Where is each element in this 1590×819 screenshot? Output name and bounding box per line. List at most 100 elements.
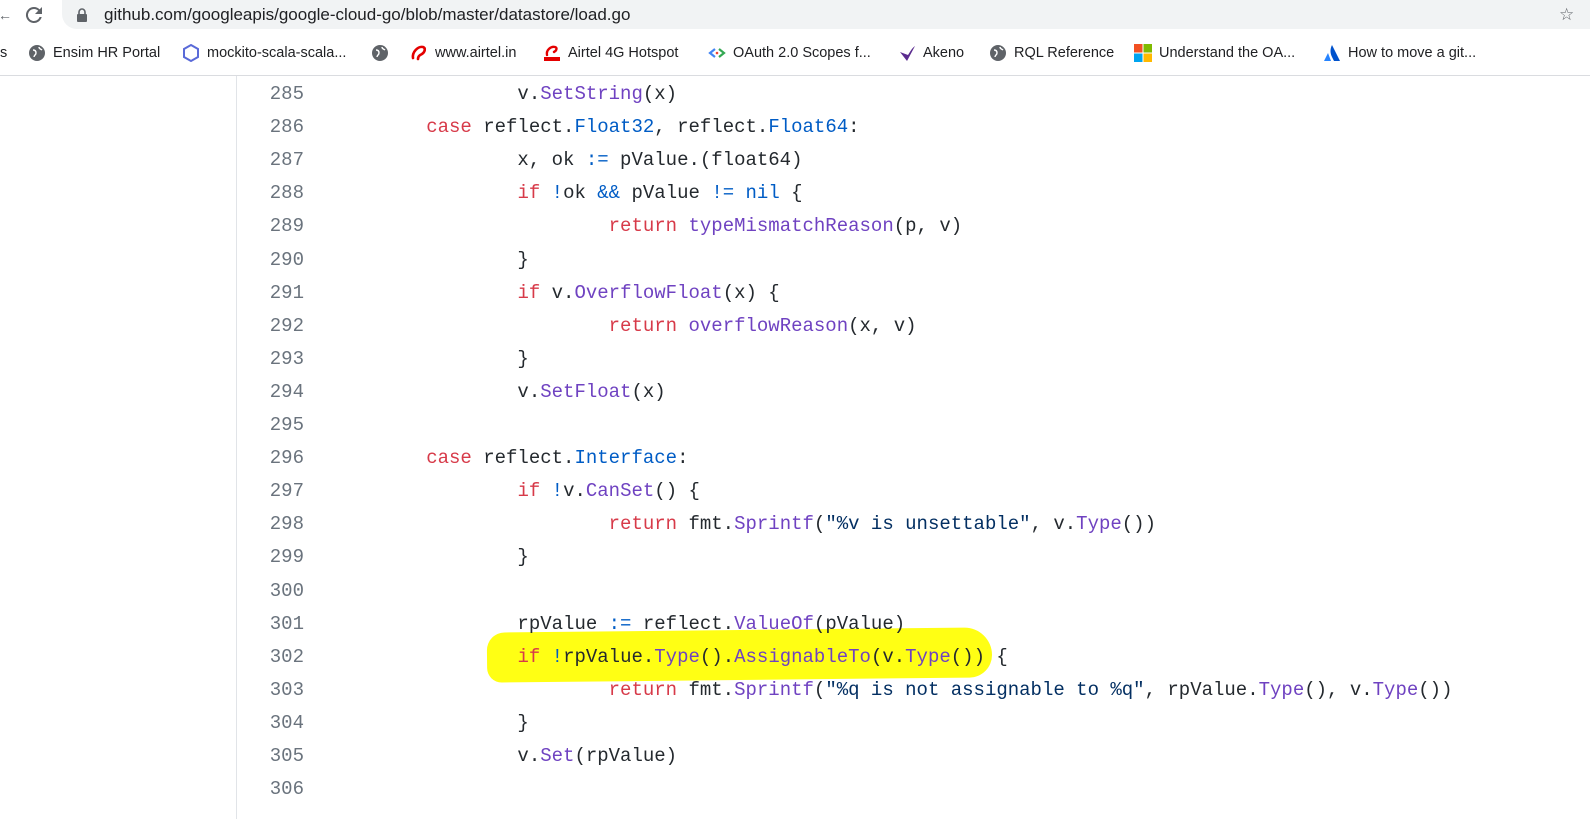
- code-token: nil: [745, 182, 780, 205]
- back-arrow-icon[interactable]: ←: [0, 5, 12, 25]
- code-token: return: [608, 678, 678, 701]
- code-token: Type: [1076, 513, 1122, 536]
- line-number[interactable]: 306: [240, 773, 304, 806]
- code-text: case reflect.Float32, reflect.Float64:: [335, 111, 860, 144]
- line-number[interactable]: 295: [240, 409, 304, 442]
- globe-icon: [371, 44, 389, 62]
- code-token: , rpValue.: [1144, 678, 1259, 701]
- code-text: return typeMismatchReason(p, v): [335, 210, 962, 243]
- code-text: }: [335, 343, 528, 376]
- bookmark-move-git[interactable]: How to move a git...: [1323, 43, 1476, 63]
- bookmark-understand-oa[interactable]: Understand the OA...: [1134, 43, 1295, 63]
- code-token: Type: [905, 645, 951, 668]
- bookmark-airtel[interactable]: www.airtel.in: [410, 43, 516, 63]
- code-token: :: [848, 116, 860, 139]
- bookmark-airtel-hotspot[interactable]: Airtel 4G Hotspot: [543, 43, 678, 63]
- code-token: AssignableTo: [734, 645, 871, 668]
- bookmark-label: RQL Reference: [1014, 45, 1115, 61]
- line-number[interactable]: 285: [240, 78, 304, 111]
- bookmark-ensim-hr-portal[interactable]: Ensim HR Portal: [28, 43, 160, 63]
- code-token: &&: [597, 182, 621, 205]
- code-line: 294 v.SetFloat(x): [0, 376, 1590, 409]
- code-token: v.: [540, 281, 575, 304]
- code-token: (v.: [870, 645, 906, 668]
- bookmark-label: mockito-scala-scala...: [207, 45, 347, 61]
- line-number[interactable]: 293: [240, 343, 304, 376]
- line-number[interactable]: 305: [240, 740, 304, 773]
- code-token: "%v is unsettable": [825, 513, 1031, 536]
- line-number[interactable]: 290: [240, 244, 304, 277]
- bookmark-label: www.airtel.in: [435, 45, 517, 61]
- hexagon-icon: [182, 43, 200, 63]
- line-number-gutter-border: [236, 76, 237, 819]
- address-bar[interactable]: github.com/googleapis/google-cloud-go/bl…: [62, 0, 1590, 29]
- code-line: 305 v.Set(rpValue): [0, 740, 1590, 773]
- code-token: :: [677, 447, 689, 470]
- line-number[interactable]: 296: [240, 442, 304, 475]
- code-token: pValue.(float64): [608, 149, 803, 172]
- line-number[interactable]: 289: [240, 210, 304, 243]
- line-number[interactable]: 300: [240, 575, 304, 608]
- code-token: (x) {: [722, 281, 780, 304]
- code-text: return overflowReason(x, v): [335, 310, 917, 343]
- line-number[interactable]: 286: [240, 111, 304, 144]
- bookmark-akeno[interactable]: Akeno: [898, 43, 964, 63]
- bookmark-oauth-scopes[interactable]: OAuth 2.0 Scopes f...: [708, 43, 871, 63]
- code-token: ValueOf: [734, 612, 814, 635]
- code-text: if !v.CanSet() {: [335, 475, 699, 508]
- code-token: (x): [631, 380, 666, 403]
- code-token: "%q is not assignable to %q": [825, 678, 1145, 701]
- line-number[interactable]: 294: [240, 376, 304, 409]
- reload-icon[interactable]: [22, 3, 46, 27]
- bookmark-globe[interactable]: [371, 43, 389, 63]
- code-line: 298 return fmt.Sprintf("%v is unsettable…: [0, 508, 1590, 541]
- line-number[interactable]: 287: [240, 144, 304, 177]
- url-text: github.com/googleapis/google-cloud-go/bl…: [104, 5, 631, 24]
- code-text: rpValue := reflect.ValueOf(pValue): [335, 608, 905, 641]
- code-token: (rpValue): [574, 745, 678, 767]
- airtel-icon: [543, 44, 561, 62]
- line-number[interactable]: 298: [240, 508, 304, 541]
- line-number[interactable]: 297: [240, 475, 304, 508]
- code-token: overflowReason: [688, 314, 849, 337]
- code-token: }: [335, 248, 529, 271]
- code-token: Type: [1258, 678, 1305, 701]
- code-line: 290 }: [0, 244, 1590, 277]
- line-number[interactable]: 303: [240, 674, 304, 707]
- globe-icon: [989, 44, 1007, 62]
- airtel-icon: [410, 44, 428, 62]
- code-token: (pValue): [813, 612, 906, 635]
- line-number[interactable]: 292: [240, 310, 304, 343]
- code-token: Type: [654, 645, 700, 668]
- bookmark-truncated[interactable]: s: [0, 43, 7, 63]
- code-token: if: [517, 480, 541, 503]
- code-line: 292 return overflowReason(x, v): [0, 310, 1590, 343]
- code-token: reflect.: [471, 447, 575, 470]
- line-number[interactable]: 302: [240, 641, 304, 674]
- line-number[interactable]: 299: [240, 541, 304, 574]
- bookmark-star-icon[interactable]: ☆: [1559, 5, 1574, 25]
- line-number[interactable]: 288: [240, 177, 304, 210]
- line-number[interactable]: 304: [240, 707, 304, 740]
- bookmarks-bar: s Ensim HR Portal mockito-scala-scala...…: [0, 36, 1590, 70]
- code-line: 289 return typeMismatchReason(p, v): [0, 210, 1590, 243]
- bookmark-mockito-scala[interactable]: mockito-scala-scala...: [182, 43, 346, 63]
- line-number[interactable]: 291: [240, 277, 304, 310]
- code-token: return: [608, 314, 678, 337]
- code-token: case: [426, 116, 472, 139]
- bookmark-label: Airtel 4G Hotspot: [568, 45, 679, 61]
- line-number[interactable]: 301: [240, 608, 304, 641]
- bookmark-label: Ensim HR Portal: [53, 45, 161, 61]
- akeno-icon: [898, 44, 916, 62]
- bookmark-rql-reference[interactable]: RQL Reference: [989, 43, 1114, 63]
- code-line: 304 }: [0, 707, 1590, 740]
- code-token: Sprintf: [734, 678, 814, 701]
- code-token: CanSet: [585, 480, 655, 503]
- code-token: v.: [335, 745, 541, 767]
